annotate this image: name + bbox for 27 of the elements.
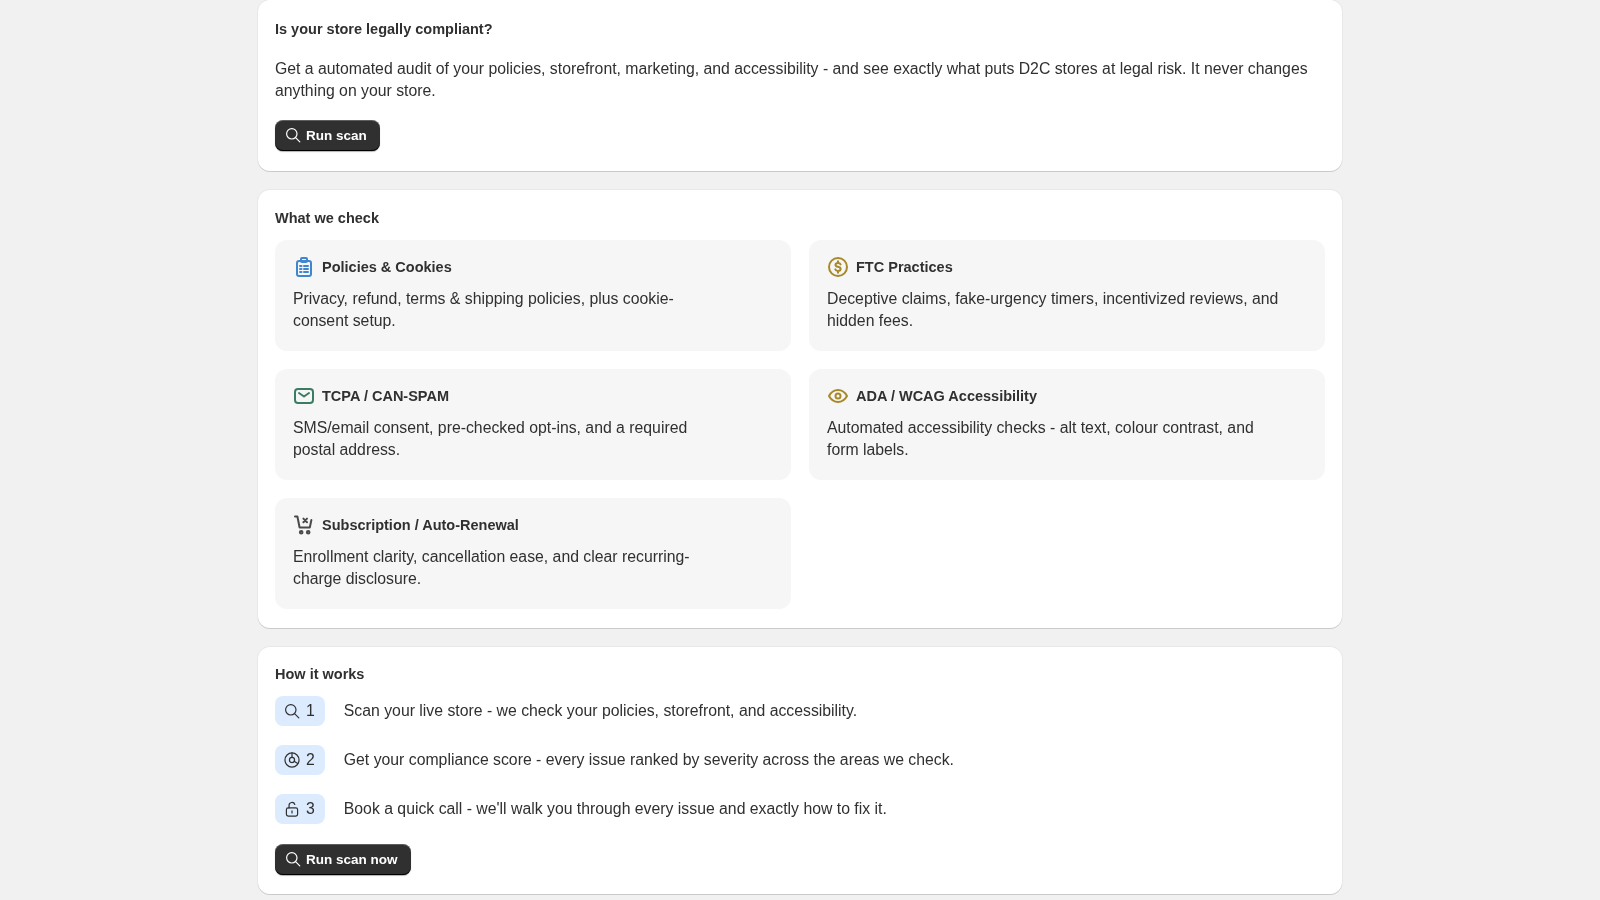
- run-scan-button[interactable]: Run scan: [275, 119, 380, 151]
- step-number: 3: [306, 798, 315, 819]
- step-text: Get your compliance score - every issue ranked by severity across the areas we check.: [343, 749, 954, 770]
- tile-description: Privacy, refund, terms & shipping policies, plus cookie-consent setup.: [293, 288, 675, 331]
- tile-description: SMS/email consent, pre-checked opt-ins, and a required postal address.: [293, 417, 689, 460]
- tile-title: ADA / WCAG Accessibility: [856, 386, 1038, 406]
- card-heading: What we check: [275, 208, 380, 228]
- gauge-icon: [284, 751, 300, 768]
- tile-title: Policies & Cookies: [322, 257, 452, 277]
- tile-title: TCPA / CAN-SPAM: [322, 386, 449, 406]
- tile-title: FTC Practices: [856, 257, 953, 277]
- step-text: Scan your live store - we check your policies, storefront, and accessibility.: [343, 700, 858, 721]
- card-heading: How it works: [275, 664, 366, 684]
- intro-text: Get a automated audit of your policies, storefront, marketing, and accessibility - and see exactly what puts D2C stores at legal risk. It never changes anything on your store.: [275, 59, 1309, 102]
- padlock-icon: [284, 800, 300, 817]
- run-scan-now-button[interactable]: Run scan now: [275, 843, 411, 875]
- tile-description: Deceptive claims, fake-urgency timers, incentivized reviews, and hidden fees.: [827, 288, 1280, 331]
- tile-description: Enrollment clarity, cancellation ease, and clear recurring-charge disclosure.: [293, 546, 691, 589]
- search-icon: [285, 127, 301, 144]
- search-icon: [285, 851, 301, 868]
- tile-description: Automated accessibility checks - alt text, colour contrast, and form labels.: [827, 417, 1255, 460]
- search-icon: [284, 702, 300, 719]
- tile-title: Subscription / Auto-Renewal: [322, 515, 519, 535]
- step-text: Book a quick call - we'll walk you through every issue and exactly how to fix it.: [343, 798, 887, 819]
- step-number: 2: [306, 749, 315, 770]
- step-number: 1: [306, 700, 315, 721]
- card-heading: Is your store legally compliant?: [275, 20, 494, 39]
